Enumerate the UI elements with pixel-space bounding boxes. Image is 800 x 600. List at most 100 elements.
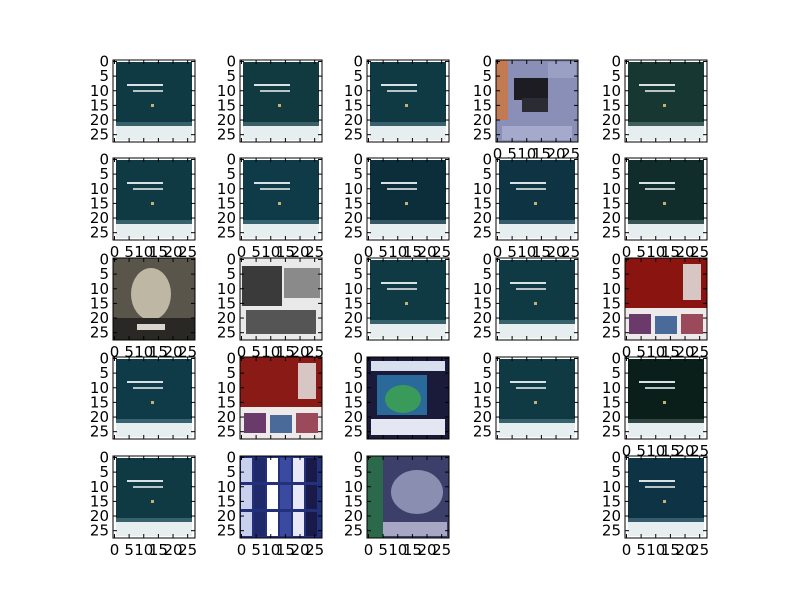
slide-text-line (381, 282, 417, 284)
slide-text-line (516, 387, 546, 389)
y-tick-label: 25 (602, 522, 621, 540)
image-grid-figure: 0510152025051015202505101520250510152025… (90, 52, 709, 559)
panel: 0510152025 (90, 349, 196, 441)
image-block (306, 485, 317, 509)
slide-shadow (370, 220, 446, 224)
slide-text-line (645, 188, 675, 190)
image-block (254, 485, 265, 509)
slide-shadow (628, 518, 704, 522)
y-tick-label: 25 (602, 126, 621, 144)
x-tick-label: 25 (432, 541, 451, 559)
image-block (246, 310, 316, 334)
slide-text-line (639, 480, 675, 482)
slide-marker (278, 202, 281, 205)
y-tick-label: 25 (217, 324, 236, 342)
image-block (306, 512, 317, 536)
image-block (293, 458, 304, 482)
slide-shadow (116, 220, 192, 224)
slide-bottom (499, 423, 575, 437)
slide-text-line (510, 182, 546, 184)
panel: 05101520250 5 10152025 (90, 448, 197, 559)
slide-shadow (628, 220, 704, 224)
slide-text-line (510, 282, 546, 284)
panel: 0510152025 (90, 52, 196, 144)
slide-shadow (499, 419, 575, 423)
slide-bottom (499, 324, 575, 338)
slide-shadow (116, 122, 192, 126)
slide-text-line (381, 182, 417, 184)
image-block (548, 62, 576, 78)
y-tick-label: 25 (90, 423, 109, 441)
slide-text-line (133, 90, 163, 92)
slide-marker (663, 401, 666, 404)
slide-text-line (127, 182, 163, 184)
slide-text-line (127, 381, 163, 383)
slide-shadow (499, 320, 575, 324)
slide-marker (534, 202, 537, 205)
y-tick-label: 25 (602, 423, 621, 441)
panel: 0510152025 (602, 52, 708, 144)
panel: 0510152025 (344, 349, 450, 441)
y-tick-label: 25 (90, 522, 109, 540)
x-tick-label: 0 (237, 541, 247, 559)
panel: 05101520250 5 10152025 (217, 150, 324, 261)
slide-text-line (645, 90, 675, 92)
x-tick-label: 0 (364, 541, 374, 559)
slide-text-line (516, 188, 546, 190)
panel: 05101520250 5 10152025 (473, 150, 580, 261)
y-tick-label: 25 (344, 423, 363, 441)
y-tick-label: 25 (344, 224, 363, 242)
image-block (371, 419, 445, 435)
image-block (241, 458, 252, 482)
image-block (267, 458, 278, 482)
y-tick-label: 25 (217, 126, 236, 144)
slide-text-line (133, 486, 163, 488)
image-block (655, 316, 677, 334)
slide-text-line (381, 84, 417, 86)
slide-bottom (116, 126, 192, 140)
panel: 05101520250 5 10152025 (344, 150, 451, 261)
image-block (371, 361, 445, 371)
slide-marker (151, 500, 154, 503)
image-block (383, 522, 447, 536)
slide-bottom (370, 126, 446, 140)
slide-text-line (645, 486, 675, 488)
y-tick-label: 25 (217, 522, 236, 540)
slide-bottom (628, 423, 704, 437)
image-block (267, 485, 278, 509)
slide-text-line (516, 288, 546, 290)
x-tick-label: 25 (305, 541, 324, 559)
image-block (270, 415, 292, 433)
slide-shadow (116, 518, 192, 522)
slide-marker (405, 302, 408, 305)
slide-marker (405, 202, 408, 205)
y-tick-label: 25 (217, 224, 236, 242)
image-block (629, 314, 651, 334)
panel: 0510152025 (344, 250, 450, 342)
panel: 05101520250 5 10152025 (602, 150, 709, 261)
slide-text-line (639, 182, 675, 184)
image-block (280, 485, 291, 509)
slide-bottom (628, 522, 704, 536)
slide-text-line (387, 288, 417, 290)
panel: 05101520250 5 10152025 (344, 448, 451, 559)
slide-shadow (628, 419, 704, 423)
panel: 05101520250 5 10152025 (473, 52, 580, 163)
y-tick-label: 25 (344, 324, 363, 342)
image-block (280, 512, 291, 536)
image-block (514, 78, 548, 100)
panel: 05101520250 5 10152025 (602, 349, 709, 460)
slide-text-line (133, 188, 163, 190)
image-block (683, 264, 701, 300)
slide-marker (534, 302, 537, 305)
slide-bottom (370, 324, 446, 338)
image-block (681, 314, 703, 334)
panel: 05101520250 5 10152025 (602, 448, 709, 559)
slide-bottom (116, 522, 192, 536)
image-block (306, 458, 317, 482)
image-block (254, 512, 265, 536)
image-block (241, 485, 252, 509)
y-tick-label: 25 (602, 324, 621, 342)
slide-marker (151, 104, 154, 107)
slide-shadow (628, 122, 704, 126)
